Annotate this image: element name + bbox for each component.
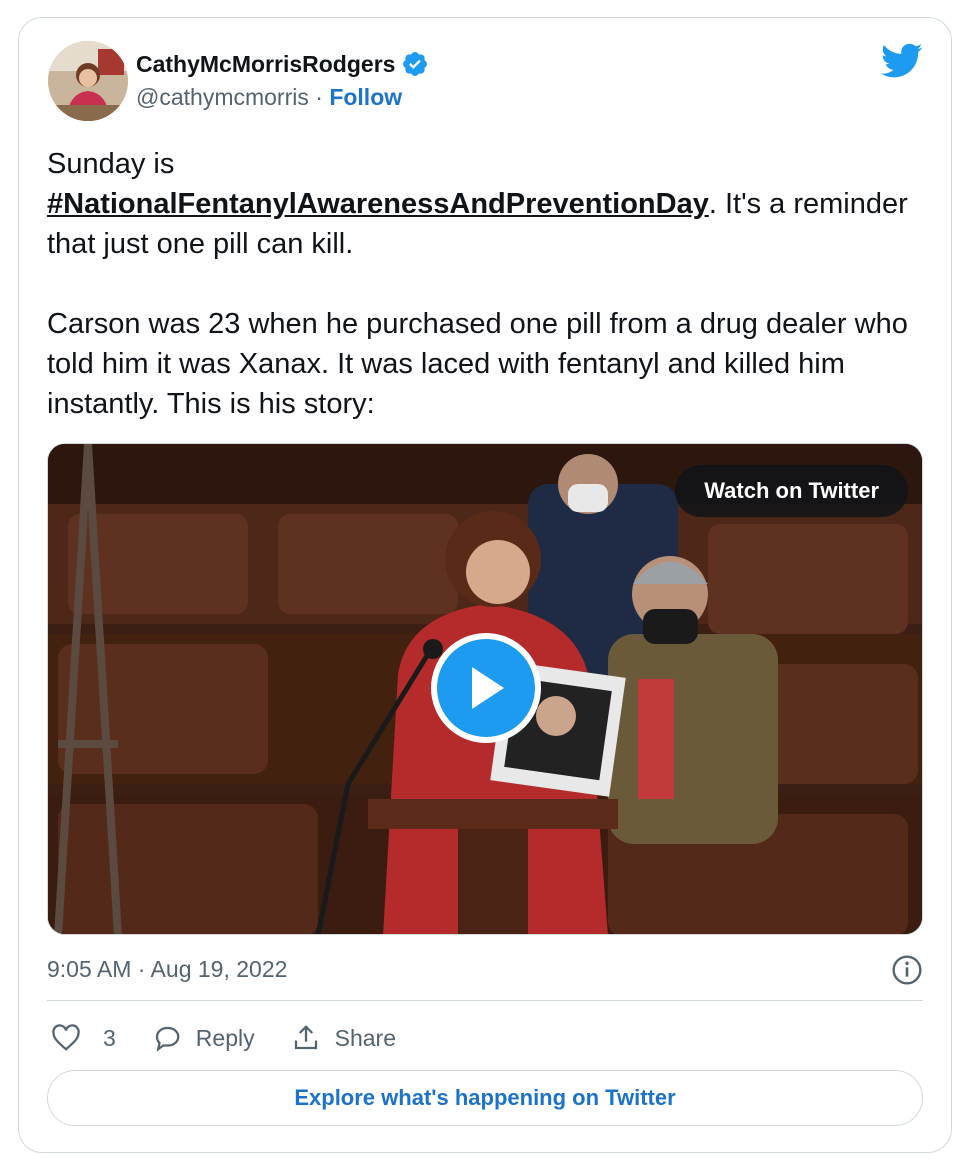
author-name[interactable]: CathyMcMorrisRodgers (136, 51, 395, 78)
play-icon (472, 667, 504, 709)
tweet-card: CathyMcMorrisRodgers @cathymcmorris · Fo… (18, 17, 952, 1153)
share-icon (294, 1025, 317, 1050)
share-button[interactable]: Share (291, 1023, 396, 1053)
divider (47, 1000, 923, 1001)
explore-button[interactable]: Explore what's happening on Twitter (47, 1070, 923, 1126)
hashtag-link[interactable]: #NationalFentanylAwarenessAndPreventionD… (47, 188, 709, 220)
action-bar: 3 Reply Share (51, 1018, 432, 1058)
verified-badge-icon (403, 52, 428, 76)
tweet-paragraph-1: Sunday is #NationalFentanylAwarenessAndPr… (47, 144, 927, 264)
watch-on-twitter-button[interactable]: Watch on Twitter (675, 465, 908, 517)
author-name-row: CathyMcMorrisRodgers (136, 50, 429, 78)
twitter-bird-icon[interactable] (881, 43, 923, 79)
info-icon[interactable] (891, 954, 923, 986)
follow-button[interactable]: Follow (329, 84, 402, 111)
reply-button[interactable]: Reply (152, 1023, 255, 1053)
heart-icon (52, 1024, 80, 1051)
like-count: 3 (103, 1024, 116, 1051)
reply-icon (155, 1026, 180, 1052)
like-button[interactable]: 3 (51, 1023, 116, 1053)
tweet-line-1: Sunday is (47, 148, 175, 180)
share-label: Share (334, 1024, 396, 1051)
video-thumbnail[interactable]: Watch on Twitter (47, 443, 923, 935)
avatar[interactable] (48, 41, 128, 121)
author-handle-row: @cathymcmorris · Follow (136, 84, 402, 111)
timestamp-row: 9:05 AM · Aug 19, 2022 (47, 952, 923, 986)
tweet-paragraph-2: Carson was 23 when he purchased one pill… (47, 308, 916, 420)
reply-label: Reply (195, 1024, 255, 1051)
tweet-text: Sunday is #NationalFentanylAwarenessAndPr… (47, 144, 927, 424)
play-button[interactable] (431, 633, 541, 743)
separator-dot: · (308, 84, 330, 110)
tweet-timestamp[interactable]: 9:05 AM · Aug 19, 2022 (47, 956, 287, 982)
author-handle[interactable]: @cathymcmorris (136, 84, 309, 111)
